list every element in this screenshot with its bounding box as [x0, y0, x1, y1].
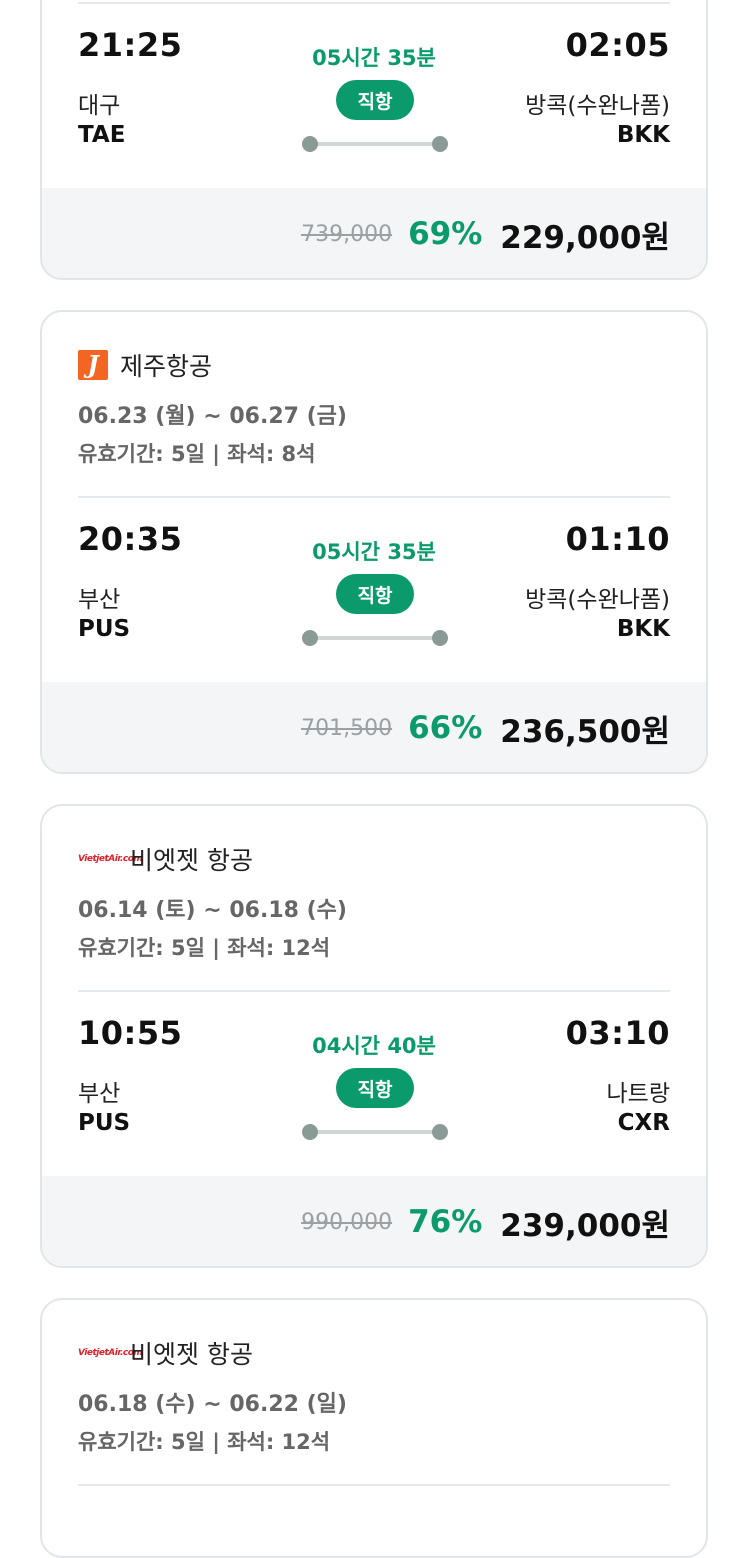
flight-card[interactable]: 21:25 대구 TAE 05시간 35분 직항 02:05 방콕(수완나폼) … — [40, 0, 708, 280]
flight-route: 10:55 부산 PUS 04시간 40분 직항 03:10 나트랑 CXR — [42, 992, 706, 1178]
route-end-dot — [432, 136, 448, 152]
flight-card[interactable]: VietjetAir.com 비엣젯 항공 06.14 (토) ~ 06.18 … — [40, 804, 708, 1268]
airline-name: 비엣젯 항공 — [130, 846, 253, 875]
discount-rate: 66% — [408, 710, 483, 746]
final-price: 239,000원 — [500, 1207, 670, 1244]
route-end-dot — [432, 630, 448, 646]
original-price: 990,000 — [301, 1209, 393, 1235]
discount-rate: 76% — [408, 1204, 483, 1240]
direct-badge: 직항 — [336, 1068, 414, 1108]
route-start-dot — [302, 1124, 318, 1140]
flight-card[interactable]: J 제주항공 06.23 (월) ~ 06.27 (금) 유효기간: 5일 | … — [40, 310, 708, 774]
direct-badge: 직항 — [336, 80, 414, 120]
airline-row: VietjetAir.com 비엣젯 항공 — [78, 1336, 253, 1370]
validity-seats: 유효기간: 5일 | 좌석: 12석 — [78, 936, 331, 960]
route-line — [310, 1130, 440, 1134]
travel-dates: 06.23 (월) ~ 06.27 (금) — [78, 404, 347, 429]
arrival-city: 나트랑 — [606, 1081, 670, 1107]
flight-route: 20:35 부산 PUS 05시간 35분 직항 01:10 방콕(수완나폼) … — [42, 498, 706, 684]
final-price: 229,000원 — [500, 219, 670, 256]
arrival-time: 03:10 — [565, 1014, 670, 1052]
vietjet-logo: VietjetAir.com — [78, 1348, 143, 1358]
arrival-city: 방콕(수완나폼) — [525, 587, 670, 613]
flight-card[interactable]: VietjetAir.com 비엣젯 항공 06.18 (수) ~ 06.22 … — [40, 1298, 708, 1558]
price-bar: 990,000 76% 239,000원 — [42, 1176, 706, 1266]
validity-seats: 유효기간: 5일 | 좌석: 8석 — [78, 442, 316, 466]
route-end-dot — [432, 1124, 448, 1140]
flight-route: 21:25 대구 TAE 05시간 35분 직항 02:05 방콕(수완나폼) … — [42, 4, 706, 190]
route-line — [310, 636, 440, 640]
vietjet-logo: VietjetAir.com — [78, 854, 143, 864]
travel-dates: 06.18 (수) ~ 06.22 (일) — [78, 1392, 347, 1417]
arrival-code: BKK — [616, 122, 670, 148]
arrival-time: 02:05 — [565, 26, 670, 64]
price-bar: 739,000 69% 229,000원 — [42, 188, 706, 278]
departure-code: PUS — [78, 1110, 131, 1136]
departure-code: TAE — [78, 122, 126, 148]
departure-city: 부산 — [78, 1081, 121, 1107]
card-divider — [78, 1484, 670, 1486]
travel-dates: 06.14 (토) ~ 06.18 (수) — [78, 898, 347, 923]
final-price: 236,500원 — [500, 713, 670, 750]
airline-name: 제주항공 — [120, 352, 213, 381]
arrival-code: BKK — [616, 616, 670, 642]
departure-city: 대구 — [78, 93, 121, 119]
original-price: 739,000 — [301, 221, 393, 247]
discount-rate: 69% — [408, 216, 483, 252]
departure-city: 부산 — [78, 587, 121, 613]
arrival-city: 방콕(수완나폼) — [525, 93, 670, 119]
airline-name: 비엣젯 항공 — [130, 1340, 253, 1369]
route-line — [310, 142, 440, 146]
jeju-air-logo: J — [78, 350, 108, 380]
arrival-code: CXR — [617, 1110, 670, 1136]
route-start-dot — [302, 136, 318, 152]
departure-code: PUS — [78, 616, 131, 642]
price-bar: 701,500 66% 236,500원 — [42, 682, 706, 772]
arrival-time: 01:10 — [565, 520, 670, 558]
airline-row: J 제주항공 — [78, 348, 212, 382]
airline-row: VietjetAir.com 비엣젯 항공 — [78, 842, 253, 876]
validity-seats: 유효기간: 5일 | 좌석: 12석 — [78, 1430, 331, 1454]
original-price: 701,500 — [301, 715, 393, 741]
route-start-dot — [302, 630, 318, 646]
direct-badge: 직항 — [336, 574, 414, 614]
